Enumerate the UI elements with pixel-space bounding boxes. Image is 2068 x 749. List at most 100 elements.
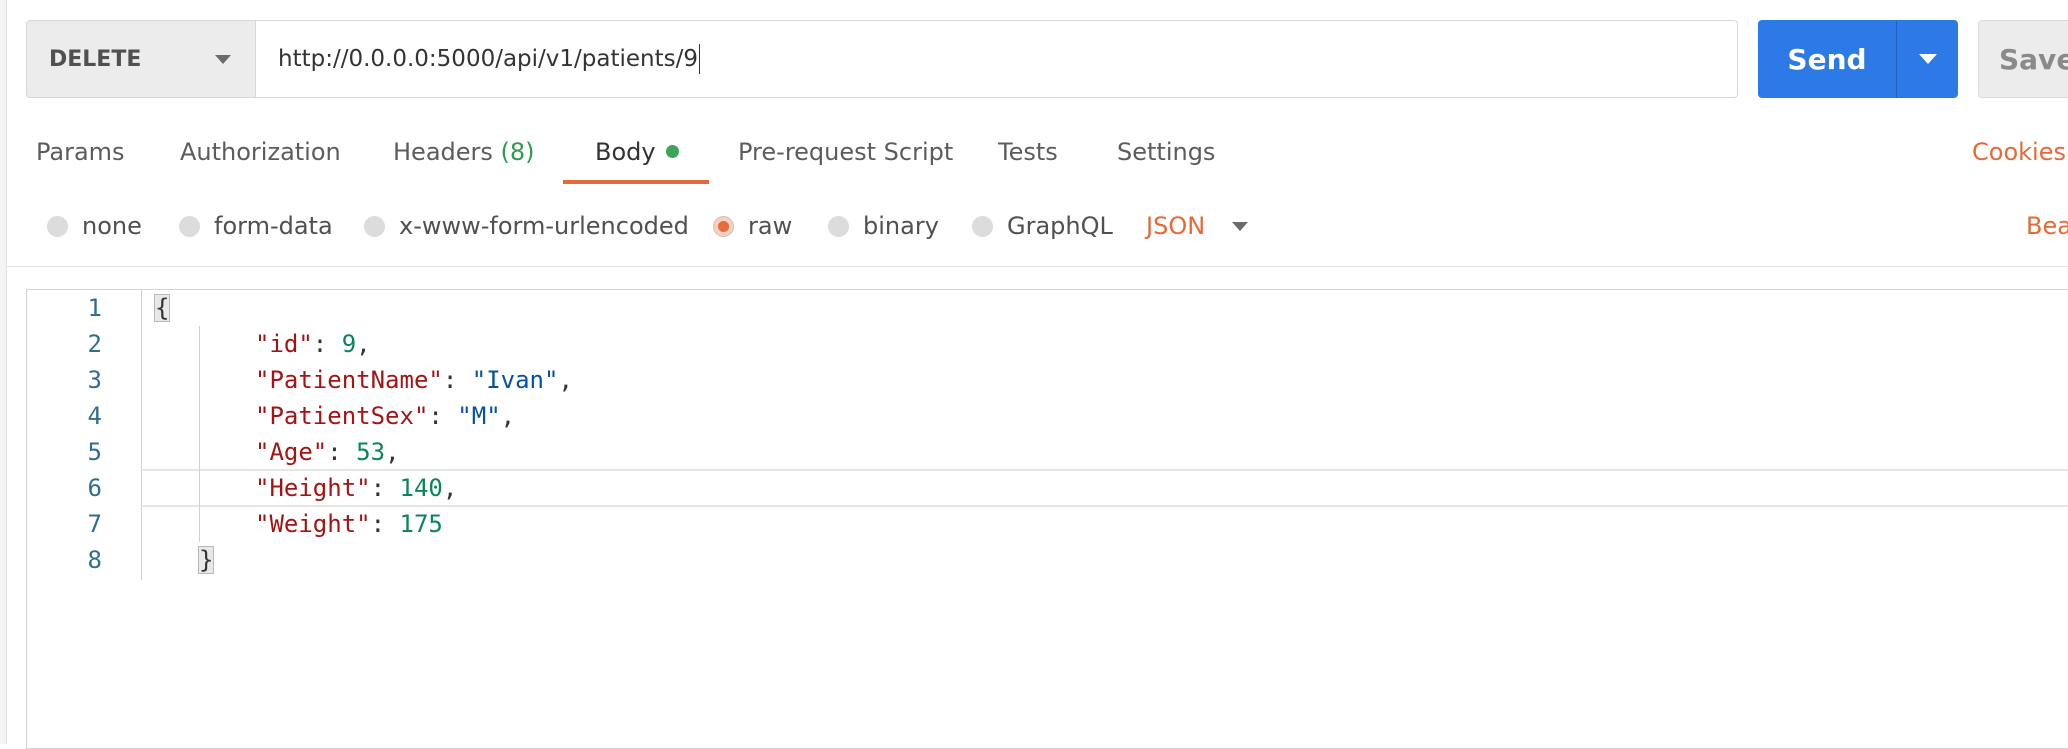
tab-params[interactable]: Params [36,138,125,166]
json-colon: : [442,366,472,394]
radio-circle-icon [364,215,385,237]
line-number: 2 [87,330,102,358]
text-cursor [699,44,700,74]
radio-circle-icon [972,215,993,237]
json-number: 53 [356,438,386,466]
code-text: "Weight": 175 [255,506,443,542]
json-comma: , [500,402,516,430]
json-comma: , [558,366,573,394]
code-text: { [153,290,171,326]
raw-format-select[interactable]: JSON [1146,212,1205,240]
line-number: 4 [87,402,102,430]
radio-circle-icon [828,215,849,237]
tab-label: Headers [393,138,493,166]
code-line: 4 "PatientSex": "M", [27,398,2068,434]
radio-circle-icon [179,215,200,237]
code-text: } [197,542,215,578]
left-panel-edge [0,0,7,744]
code-line: 5 "Age": 53, [27,434,2068,470]
json-number: 9 [341,330,357,358]
request-tabs: Params Authorization Headers (8) Body Pr… [0,128,2068,186]
code-line: 1 { [27,290,2068,326]
tab-label: Settings [1117,138,1216,166]
json-key: "PatientName" [255,366,443,394]
chevron-down-icon[interactable] [1232,222,1248,231]
tab-authorization[interactable]: Authorization [180,138,341,166]
json-key: "Weight" [255,510,371,538]
send-button[interactable]: Send [1758,20,1897,98]
radio-binary[interactable]: binary [828,212,939,240]
method-select[interactable]: DELETE [26,20,256,98]
code-text: "Age": 53, [255,434,400,470]
url-text: http://0.0.0.0:5000/api/v1/patients/9 [278,46,698,72]
tab-tests[interactable]: Tests [998,138,1058,166]
json-number: 140 [399,474,443,502]
json-colon: : [370,510,400,538]
json-key: "Age" [255,438,328,466]
matched-brace: { [153,294,171,322]
json-key: "id" [255,330,313,358]
code-text: "Height": 140, [255,470,457,506]
tab-label: Body [595,138,656,166]
chevron-down-icon [1919,54,1937,64]
body-type-radios: none form-data x-www-form-urlencoded raw… [0,200,2068,256]
json-number: 175 [399,510,443,538]
json-string: "Ivan" [471,366,559,394]
headers-count: (8) [500,138,535,166]
matched-brace: } [197,546,215,574]
line-number: 3 [87,366,102,394]
radio-checked-icon [713,215,734,237]
radio-label: x-www-form-urlencoded [399,212,689,240]
tab-headers[interactable]: Headers (8) [393,138,535,166]
tab-label: Tests [998,138,1058,166]
line-number: 8 [87,546,102,574]
radio-form-data[interactable]: form-data [179,212,333,240]
radio-graphql[interactable]: GraphQL [972,212,1113,240]
json-colon: : [327,438,357,466]
radio-circle-icon [47,215,68,237]
code-line: 3 "PatientName": "Ivan", [27,362,2068,398]
json-colon: : [312,330,342,358]
json-colon: : [370,474,400,502]
radio-label: GraphQL [1007,212,1113,240]
code-editor[interactable]: 1 { 2 "id": 9, 3 "PatientName": "Ivan", … [26,289,2068,749]
code-line: 2 "id": 9, [27,326,2068,362]
radio-none[interactable]: none [47,212,142,240]
line-number: 6 [87,474,102,502]
radio-label: raw [748,212,793,240]
code-line: 7 "Weight": 175 [27,506,2068,542]
radio-label: binary [863,212,939,240]
body-status-dot-icon [665,144,679,158]
cookies-link[interactable]: Cookies [1972,138,2066,166]
json-key: "Height" [255,474,371,502]
radio-label: form-data [214,212,333,240]
code-text: "PatientName": "Ivan", [255,362,573,398]
json-comma: , [442,474,458,502]
line-number: 1 [87,294,102,322]
chevron-down-icon [215,55,231,64]
beautify-link[interactable]: Bea [2026,212,2068,240]
method-label: DELETE [49,46,142,72]
json-comma: , [356,330,371,358]
code-line: 8 } [27,542,2068,578]
url-input[interactable]: http://0.0.0.0:5000/api/v1/patients/9 [256,20,1738,98]
tab-body[interactable]: Body [595,138,679,166]
radio-x-www-form-urlencoded[interactable]: x-www-form-urlencoded [364,212,689,240]
json-string: "M" [457,402,501,430]
json-key: "PatientSex" [255,402,429,430]
send-options-button[interactable] [1897,20,1958,98]
radio-raw[interactable]: raw [713,212,792,240]
code-text: "id": 9, [255,326,371,362]
radio-label: none [82,212,142,240]
line-number: 7 [87,510,102,538]
divider [6,266,2068,267]
save-button[interactable]: Save [1978,20,2068,98]
send-button-group: Send [1758,20,1958,98]
tab-label: Params [36,138,125,166]
code-text: "PatientSex": "M", [255,398,515,434]
line-number: 5 [87,438,102,466]
tab-pre-request-script[interactable]: Pre-request Script [738,138,953,166]
tab-label: Pre-request Script [738,138,954,166]
code-line: 6 "Height": 140, [27,470,2068,506]
tab-settings[interactable]: Settings [1117,138,1215,166]
